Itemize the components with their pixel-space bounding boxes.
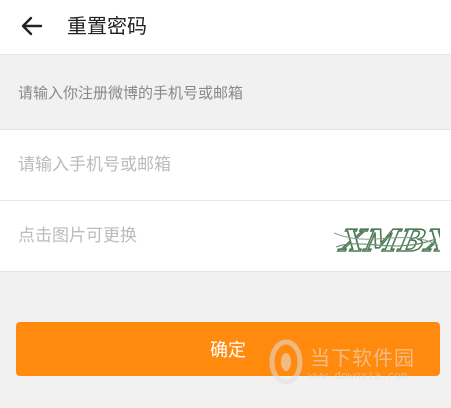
header-bar: 重置密码 — [0, 0, 451, 55]
confirm-button[interactable]: 确定 — [16, 322, 440, 376]
instruction-text: 请输入你注册微博的手机号或邮箱 — [18, 84, 244, 102]
page-title: 重置密码 — [67, 14, 147, 38]
phone-email-input[interactable] — [18, 130, 318, 200]
phone-email-row — [0, 129, 451, 200]
captcha-input[interactable] — [18, 201, 318, 271]
arrow-left-icon — [21, 16, 43, 36]
captcha-row: XMBX — [0, 200, 451, 272]
captcha-image[interactable]: XMBX — [332, 219, 440, 259]
back-button[interactable] — [14, 10, 50, 42]
captcha-text: XMBX — [336, 224, 440, 259]
